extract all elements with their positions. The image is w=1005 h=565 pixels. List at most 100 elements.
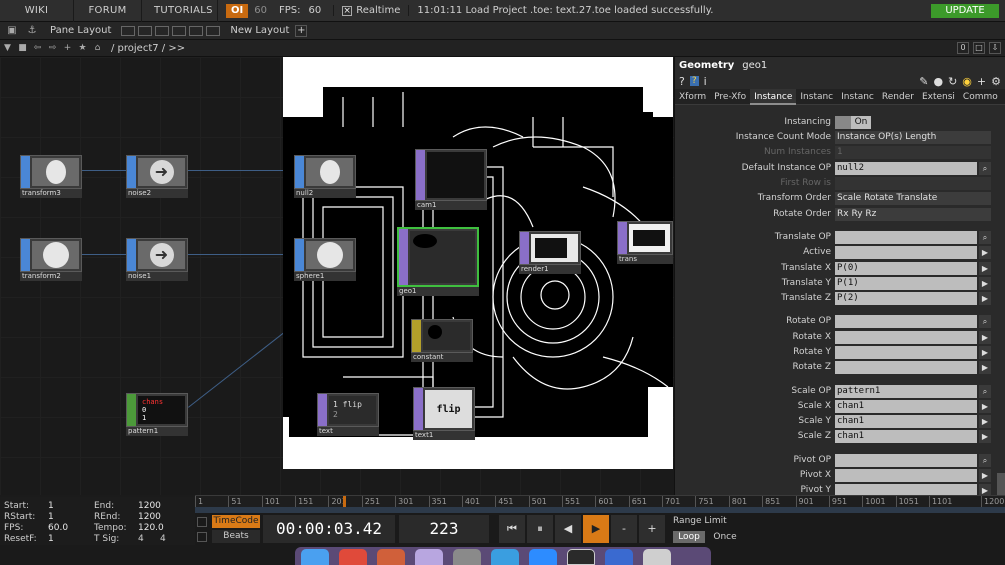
tsig-b-value[interactable]: 4 [160, 534, 166, 544]
render-viewer[interactable]: null2 sphere1 cam1 geo1 render1 trans co… [283, 57, 673, 469]
pane-layout-label[interactable]: Pane Layout [50, 25, 111, 36]
expand-arrow-icon[interactable]: ▶ [979, 360, 991, 374]
scale-z-field[interactable]: chan1 [835, 429, 977, 443]
op-picker-icon[interactable]: ⌕ [979, 161, 991, 175]
op-picker-icon[interactable]: ⌕ [979, 453, 991, 467]
loop-button[interactable]: Loop [673, 531, 705, 543]
tempo-value[interactable]: 120.0 [138, 523, 184, 534]
active-field[interactable] [835, 245, 977, 259]
launchpad-icon[interactable] [415, 549, 443, 565]
layout-preset-2-icon[interactable] [138, 25, 153, 36]
node-cam1[interactable]: cam1 [415, 149, 487, 210]
beats-mode-label[interactable]: Beats [212, 530, 260, 543]
node-transform3[interactable]: transform3 [20, 155, 82, 205]
expand-arrow-icon[interactable]: ▶ [979, 414, 991, 428]
menu-forum[interactable]: FORUM [74, 0, 142, 22]
menu-triangle-icon[interactable]: ▼ [0, 43, 15, 53]
telegram-icon[interactable] [491, 549, 519, 565]
expand-arrow-icon[interactable]: ▶ [979, 468, 991, 482]
tab-pre-xform[interactable]: Pre-Xfo [710, 89, 750, 105]
expand-arrow-icon[interactable]: ▶ [979, 276, 991, 290]
expand-arrow-icon[interactable]: ▶ [979, 291, 991, 305]
default-instance-op-field[interactable]: null2 [835, 161, 977, 175]
stop-icon[interactable]: ■ [15, 43, 30, 53]
tab-extensions[interactable]: Extensi [918, 89, 959, 105]
scale-y-field[interactable]: chan1 [835, 414, 977, 428]
refresh-icon[interactable]: ↻ [948, 75, 957, 88]
once-button[interactable]: Once [709, 531, 741, 543]
tab-render[interactable]: Render [878, 89, 918, 105]
back-icon[interactable]: ⇦ [30, 43, 45, 53]
trash-icon[interactable] [643, 549, 671, 565]
node-noise1[interactable]: ➜ noise1 [126, 238, 188, 288]
node-sphere1[interactable]: sphere1 [294, 238, 356, 288]
scale-x-field[interactable]: chan1 [835, 399, 977, 413]
expand-arrow-icon[interactable]: ▶ [979, 330, 991, 344]
system-settings-icon[interactable] [453, 549, 481, 565]
translate-op-field[interactable] [835, 230, 977, 244]
maximize-icon[interactable]: □ [973, 42, 985, 54]
rotate-y-field[interactable] [835, 345, 977, 359]
op-picker-icon[interactable]: ⌕ [979, 384, 991, 398]
node-text[interactable]: 1 flip 2 text [317, 393, 379, 443]
start-value[interactable]: 1 [48, 501, 94, 512]
beats-checkbox[interactable] [197, 532, 207, 542]
expand-arrow-icon[interactable]: ▶ [979, 245, 991, 259]
expand-arrow-icon[interactable]: ▶ [979, 261, 991, 275]
op-picker-icon[interactable]: ⌕ [979, 314, 991, 328]
tab-common[interactable]: Commo [959, 89, 1002, 105]
finder-icon[interactable] [301, 549, 329, 565]
gear-icon[interactable]: ⚙ [991, 75, 1001, 88]
update-button[interactable]: UPDATE [931, 3, 999, 18]
first-row-dropdown[interactable] [835, 176, 991, 190]
tab-xform[interactable]: Xform [675, 89, 710, 105]
python-help-icon[interactable]: ? [689, 76, 699, 86]
node-trans[interactable]: trans [617, 221, 673, 271]
oi-badge[interactable]: OI [226, 3, 249, 18]
home-icon[interactable]: ⌂ [90, 43, 105, 53]
network-path[interactable]: / project7 / >> [111, 43, 185, 54]
parameter-scrollbar[interactable] [997, 473, 1005, 495]
timecode-mode-label[interactable]: TimeCode [212, 515, 260, 528]
instancing-toggle[interactable]: On [835, 115, 871, 129]
anchor-icon[interactable]: ⚓ [24, 24, 40, 38]
rend-value[interactable]: 1200 [138, 512, 184, 523]
step-back-button[interactable]: - [611, 515, 637, 543]
play-reverse-button[interactable]: ◀ [555, 515, 581, 543]
add-icon[interactable]: + [60, 43, 75, 53]
rotate-order-dropdown[interactable]: Rx Ry Rz [835, 207, 991, 221]
layout-preset-3-icon[interactable] [155, 25, 170, 36]
pause-button[interactable]: ⏸ [527, 515, 553, 543]
layout-preset-5-icon[interactable] [189, 25, 204, 36]
pencil-icon[interactable]: ✎ [919, 75, 928, 88]
comment-icon[interactable]: ● [933, 75, 943, 88]
info-icon[interactable]: i [704, 75, 707, 88]
pin-icon[interactable]: ⇩ [989, 42, 1001, 54]
app-orange-icon[interactable] [377, 549, 405, 565]
translate-y-field[interactable]: P(1) [835, 276, 977, 290]
timecode-mode[interactable]: TimeCode [195, 515, 261, 528]
expand-arrow-icon[interactable]: ▶ [979, 345, 991, 359]
node-text1[interactable]: flip text1 [413, 387, 475, 440]
star-icon[interactable]: ★ [75, 43, 90, 53]
menu-tutorials[interactable]: TUTORIALS [142, 0, 218, 22]
plus-icon[interactable]: + [977, 75, 986, 88]
chrome-icon[interactable] [339, 549, 367, 565]
pivot-x-field[interactable] [835, 468, 977, 482]
rotate-z-field[interactable] [835, 360, 977, 374]
transform-order-dropdown[interactable]: Scale Rotate Translate [835, 191, 991, 205]
tab-instance[interactable]: Instance [750, 88, 797, 105]
add-layout-button[interactable]: + [295, 24, 308, 37]
python-icon[interactable]: ◉ [962, 75, 972, 88]
layout-preset-6-icon[interactable] [206, 25, 221, 36]
layout-preset-4-icon[interactable] [172, 25, 187, 36]
skip-to-start-button[interactable]: ⏮ [499, 515, 525, 543]
pivot-op-field[interactable] [835, 453, 977, 467]
zoom-icon[interactable] [529, 549, 557, 565]
instance-count-mode-dropdown[interactable]: Instance OP(s) Length [835, 130, 991, 144]
help-icon[interactable]: ? [679, 75, 685, 88]
timecode-display[interactable]: 00:00:03.42 [263, 515, 395, 543]
node-pattern1[interactable]: chans 0 1 pattern1 [126, 393, 188, 443]
op-name-field[interactable]: geo1 [742, 60, 767, 71]
fps-value[interactable]: 60.0 [48, 523, 94, 534]
